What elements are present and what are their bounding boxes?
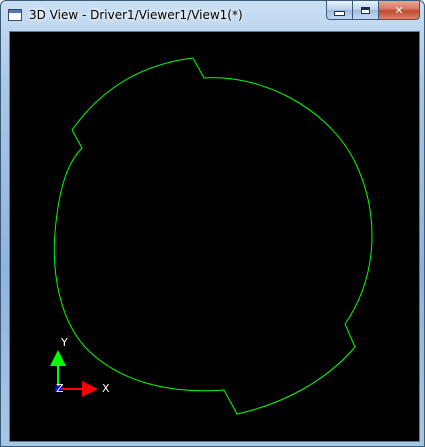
app-window-icon[interactable] [8,9,22,21]
title-bar[interactable]: 3D View - Driver1/Viewer1/View1(*) ✕ [1,1,424,31]
maximize-button[interactable] [352,1,378,20]
close-button[interactable]: ✕ [378,1,420,20]
circle-profile-shape [53,57,373,415]
x-axis-label: X [102,382,110,395]
3d-viewport[interactable]: X Y Z [9,31,420,442]
axis-triad: X Y Z [50,336,110,397]
close-icon: ✕ [394,3,404,17]
window-frame: 3D View - Driver1/Viewer1/View1(*) ✕ X Y… [0,0,425,447]
window-title: 3D View - Driver1/Viewer1/View1(*) [29,8,243,22]
maximize-icon [361,6,370,14]
minimize-button[interactable] [326,1,352,20]
y-axis-label: Y [60,336,68,349]
caption-buttons: ✕ [326,1,420,21]
z-axis-label: Z [56,382,64,395]
viewport-canvas[interactable]: X Y Z [10,32,419,441]
minimize-icon [334,10,345,16]
